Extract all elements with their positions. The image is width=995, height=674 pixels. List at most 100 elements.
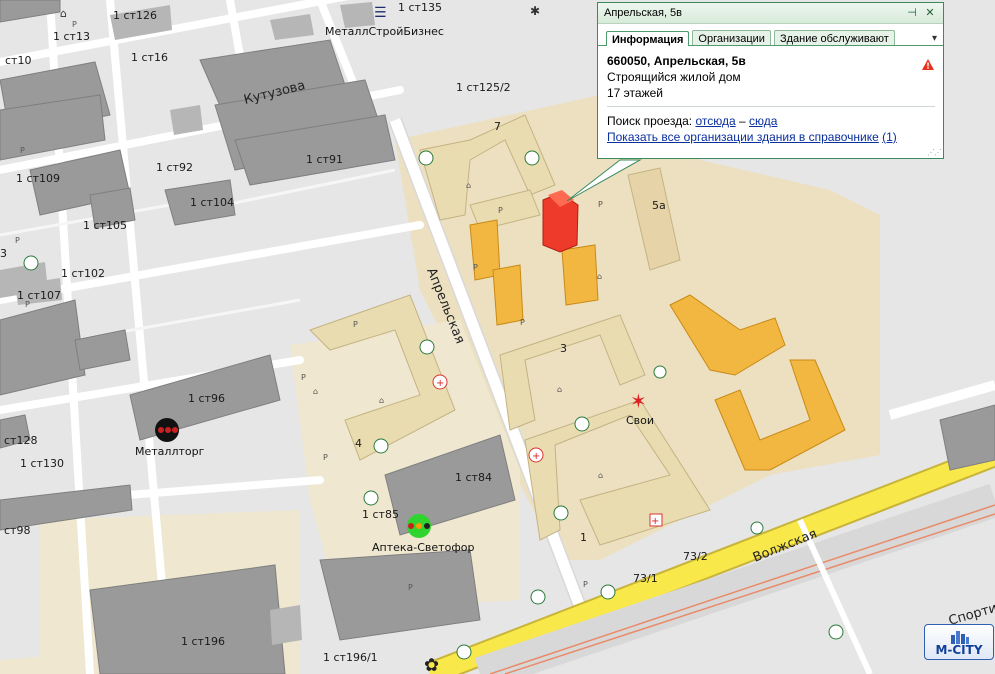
mcity-logo[interactable]: M-CITY — [924, 624, 994, 660]
label-st98: ст98 — [4, 524, 30, 537]
bus-stop-icon — [23, 255, 39, 271]
label-st109: 1 ст109 — [16, 172, 60, 185]
popup-divider — [607, 106, 935, 107]
svg-text:⌂: ⌂ — [598, 471, 603, 480]
chevron-down-icon[interactable]: ▾ — [932, 30, 937, 45]
svg-text:P: P — [598, 200, 603, 209]
svg-text:P: P — [520, 318, 525, 327]
label-1: 1 — [580, 531, 587, 544]
svg-text:P: P — [323, 453, 328, 462]
building-floors: 17 этажей — [607, 86, 663, 100]
tree-icon: ✿ — [424, 655, 439, 674]
route-search: Поиск проезда: отсюда – сюда — [607, 113, 935, 129]
label-7: 7 — [494, 120, 501, 133]
resize-grip-icon[interactable]: ⋰⋰ — [927, 148, 942, 157]
bus-stop-icon — [530, 589, 546, 605]
bus-stop-icon — [363, 490, 379, 506]
svg-text:P: P — [583, 580, 588, 589]
popup-tabs: Информация Организации Здание обслуживаю… — [598, 24, 943, 46]
label-5a: 5а — [652, 199, 666, 212]
label-st102: 1 ст102 — [61, 267, 105, 280]
bus-stop-icon — [600, 584, 616, 600]
tab-building-services[interactable]: Здание обслуживают — [773, 30, 895, 45]
bus-stop-icon — [373, 438, 389, 454]
bus-stop-icon — [553, 505, 569, 521]
warning-icon — [922, 59, 934, 73]
label-st125-2: 1 ст125/2 — [456, 81, 511, 94]
poi-svoi[interactable]: Свои — [626, 414, 654, 427]
popup-title-bar[interactable]: Апрельская, 5в ⊣ ✕ — [598, 3, 943, 24]
bus-stop-icon — [653, 365, 667, 379]
svg-text:P: P — [20, 146, 25, 155]
label-st96: 1 ст96 — [188, 392, 225, 405]
svg-text:+: + — [436, 378, 444, 389]
bus-stop-icon — [750, 521, 764, 535]
shop-icon: ✶ — [630, 389, 647, 413]
svg-text:P: P — [15, 236, 20, 245]
route-label: Поиск проезда: — [607, 114, 693, 128]
building-info-popup: Апрельская, 5в ⊣ ✕ Информация Организаци… — [597, 2, 944, 159]
label-73-2: 73/2 — [683, 550, 708, 563]
bus-stop-icon — [419, 339, 435, 355]
show-all-orgs-link[interactable]: Показать все организации здания в справо… — [607, 130, 879, 144]
svg-text:P: P — [498, 206, 503, 215]
popup-title: Апрельская, 5в — [604, 7, 683, 19]
show-all-orgs-count[interactable]: (1) — [882, 130, 897, 144]
tab-organizations[interactable]: Организации — [692, 30, 771, 45]
label-73-1: 73/1 — [633, 572, 658, 585]
label-st128: ст128 — [4, 434, 37, 447]
svg-text:P: P — [301, 373, 306, 382]
label-st92: 1 ст92 — [156, 161, 193, 174]
label-st196: 1 ст196 — [181, 635, 225, 648]
show-all-orgs: Показать все организации здания в справо… — [607, 129, 935, 145]
label-st104: 1 ст104 — [190, 196, 234, 209]
label-3-left: 3 — [0, 247, 7, 260]
svg-text:⌂: ⌂ — [466, 181, 471, 190]
svg-text:⌂: ⌂ — [557, 385, 562, 394]
menu-icon: ☰ — [374, 5, 387, 21]
logo-text: M-CITY — [935, 643, 983, 657]
label-st126: 1 ст126 — [113, 9, 157, 22]
svg-text:+: + — [532, 451, 540, 462]
svg-text:P: P — [473, 263, 478, 272]
city-icon — [951, 631, 969, 644]
tab-information[interactable]: Информация — [606, 31, 690, 46]
bus-stop-icon — [524, 150, 540, 166]
bus-stop-icon — [456, 644, 472, 660]
poi-metallstroy[interactable]: МеталлСтройБизнес — [325, 25, 444, 38]
bus-stop-icon — [574, 416, 590, 432]
building-address: 660050, Апрельская, 5в — [607, 54, 746, 68]
bus-stop-icon — [828, 624, 844, 640]
svg-text:P: P — [408, 583, 413, 592]
label-4: 4 — [355, 437, 362, 450]
label-st16: 1 ст16 — [131, 51, 168, 64]
label-st107: 1 ст107 — [17, 289, 61, 302]
label-st135: 1 ст135 — [398, 1, 442, 14]
pin-icon[interactable]: ⊣ — [905, 6, 919, 20]
svg-text:⌂: ⌂ — [597, 272, 602, 281]
snowflake-icon: ✱ — [530, 4, 540, 18]
label-st85: 1 ст85 — [362, 508, 399, 521]
building-description: Строящийся жилой дом — [607, 70, 741, 84]
svg-text:+: + — [651, 516, 659, 527]
route-to-link[interactable]: сюда — [749, 114, 777, 128]
svg-text:⌂: ⌂ — [313, 387, 318, 396]
close-icon[interactable]: ✕ — [923, 6, 937, 20]
route-dash: – — [738, 114, 746, 128]
label-3: 3 — [560, 342, 567, 355]
svg-text:P: P — [72, 20, 77, 29]
label-st105: 1 ст105 — [83, 219, 127, 232]
svg-text:P: P — [353, 320, 358, 329]
house-icon: ⌂ — [60, 7, 67, 20]
svg-text:⌂: ⌂ — [379, 396, 384, 405]
label-st84: 1 ст84 — [455, 471, 492, 484]
label-st91: 1 ст91 — [306, 153, 343, 166]
route-from-link[interactable]: отсюда — [695, 114, 735, 128]
poi-metalltorg[interactable]: Металлторг — [135, 445, 205, 458]
label-st13: 1 ст13 — [53, 30, 90, 43]
poi-apteka[interactable]: Аптека-Светофор — [372, 541, 474, 554]
popup-body: 660050, Апрельская, 5в Строящийся жилой … — [598, 46, 943, 145]
label-st10: ст10 — [5, 54, 31, 67]
bus-stop-icon — [418, 150, 434, 166]
label-st196-1: 1 ст196/1 — [323, 651, 378, 664]
